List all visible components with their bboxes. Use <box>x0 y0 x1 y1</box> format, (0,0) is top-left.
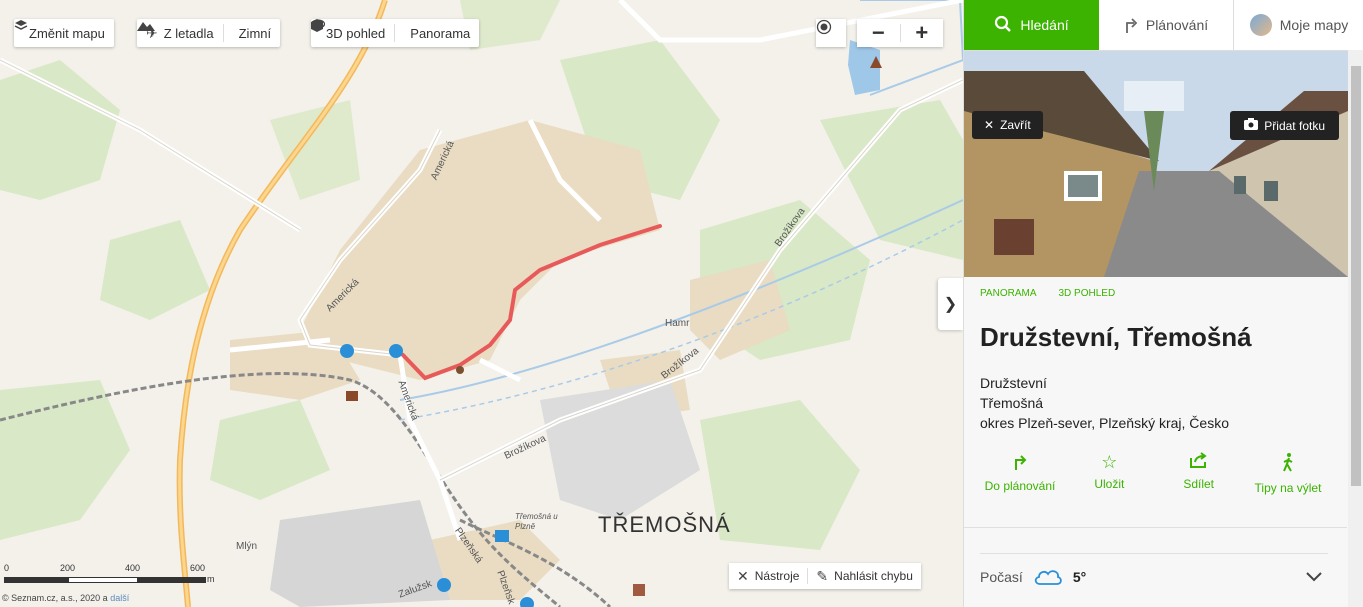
close-photo-button[interactable]: ✕ Zavřít <box>972 111 1043 139</box>
place-label: Hamr <box>665 318 690 329</box>
scale-tick: 400 <box>125 563 141 573</box>
bottom-toolbar: ✕ Nástroje ✎ Nahlásit chybu <box>729 563 921 589</box>
winter-label: Zimní <box>238 25 272 41</box>
close-label: Zavřít <box>1000 118 1031 132</box>
plan-route-label: Do plánování <box>984 479 1056 493</box>
place-actions: Do plánování ☆ Uložit Sdílet Tipy na výl… <box>980 452 1328 495</box>
report-error-label: Nahlásit chybu <box>834 569 913 583</box>
save-label: Uložit <box>1094 477 1125 491</box>
cloud-icon <box>1033 566 1063 589</box>
turn-arrow-icon <box>980 452 1060 475</box>
tools-button[interactable]: ✕ Nástroje <box>729 569 807 583</box>
change-map-button[interactable]: Změnit mapu <box>14 19 114 47</box>
landmark-icon <box>633 584 645 596</box>
3d-view-label: 3D pohled <box>326 25 386 41</box>
panorama-link[interactable]: PANORAMA <box>980 288 1037 299</box>
station-label: Třemošná u Plzně <box>515 512 558 531</box>
town-label: TŘEMOŠNÁ <box>598 512 731 537</box>
tab-planning-label: Plánování <box>1145 17 1209 33</box>
tab-my-maps[interactable]: Moje mapy <box>1234 0 1363 50</box>
close-icon: ✕ <box>984 118 995 132</box>
search-icon <box>994 15 1012 36</box>
panorama-photo[interactable]: ✕ Zavřít Přidat fotku <box>964 51 1363 277</box>
tab-search-label: Hledání <box>1020 17 1069 33</box>
winter-button[interactable]: Zimní <box>137 19 281 47</box>
scale-unit: m <box>207 574 215 584</box>
map-canvas[interactable]: Americká Americká Americká Brožíkova Bro… <box>0 0 963 607</box>
address-region: okres Plzeň-sever, Plzeňský kraj, Česko <box>980 415 1229 431</box>
view-links: PANORAMA 3D POHLED <box>980 288 1115 299</box>
trip-tips-label: Tipy na výlet <box>1254 481 1322 495</box>
train-station-icon <box>495 530 509 542</box>
map-svg <box>0 0 963 607</box>
scale-tick: 600 <box>190 563 206 573</box>
save-button[interactable]: ☆ Uložit <box>1069 452 1149 495</box>
address-street: Družstevní <box>980 375 1047 391</box>
tools-label: Nástroje <box>754 569 800 583</box>
weather-label: Počasí <box>980 569 1023 585</box>
star-icon: ☆ <box>1101 452 1118 472</box>
bus-stop-icon <box>437 578 451 592</box>
tab-my-maps-label: Moje mapy <box>1279 17 1349 33</box>
panorama-button[interactable]: Panorama <box>311 19 479 47</box>
panorama-label: Panorama <box>410 25 471 41</box>
landmark-icon <box>346 391 358 401</box>
scale-tick: 0 <box>4 563 10 573</box>
scale-tick: 200 <box>60 563 76 573</box>
scrollbar-thumb[interactable] <box>1351 66 1361 486</box>
panel-scrollbar[interactable] <box>1348 50 1363 607</box>
report-error-button[interactable]: ✎ Nahlásit chybu <box>808 569 920 583</box>
plan-route-button[interactable]: Do plánování <box>980 452 1060 495</box>
share-label: Sdílet <box>1183 477 1214 491</box>
tools-icon: ✕ <box>737 568 749 584</box>
pencil-icon: ✎ <box>816 568 829 584</box>
my-maps-avatar-icon <box>1249 14 1272 36</box>
add-photo-label: Přidat fotku <box>1264 118 1325 133</box>
share-button[interactable]: Sdílet <box>1159 452 1239 495</box>
trip-tips-button[interactable]: Tipy na výlet <box>1248 452 1328 495</box>
bus-stop-icon <box>340 344 354 358</box>
turn-arrow-icon <box>1124 15 1138 36</box>
pin-icon <box>456 366 464 374</box>
divider <box>964 527 1347 528</box>
panel-tabs: Hledání Plánování Moje mapy <box>964 0 1363 51</box>
view-toolbar: 3D pohled Panorama <box>311 19 480 47</box>
place-address: Družstevní Třemošná okres Plzeň-sever, P… <box>980 373 1229 433</box>
change-map-toolbar: Změnit mapu <box>14 19 114 47</box>
collapse-panel-button[interactable]: ❯ <box>938 278 963 330</box>
hiker-icon <box>1248 452 1328 477</box>
zoom-in-button[interactable]: + <box>901 19 944 47</box>
add-photo-button[interactable]: Přidat fotku <box>1230 111 1339 140</box>
aerial-label: Z letadla <box>163 25 214 41</box>
3d-view-link[interactable]: 3D POHLED <box>1059 288 1116 299</box>
change-map-label: Změnit mapu <box>29 25 105 41</box>
weather-temperature: 5° <box>1072 569 1087 585</box>
address-city: Třemošná <box>980 395 1044 411</box>
chevron-down-icon[interactable] <box>1306 569 1322 585</box>
tab-search[interactable]: Hledání <box>964 0 1099 50</box>
camera-icon <box>1244 118 1259 133</box>
chevron-right-icon: ❯ <box>943 296 958 313</box>
zoom-out-button[interactable]: − <box>857 19 900 47</box>
place-label: Mlýn <box>236 541 258 552</box>
copyright-text: © Seznam.cz, a.s., 2020 a <box>2 593 108 603</box>
zoom-control: − + <box>857 19 943 47</box>
street-photo-image <box>964 51 1348 277</box>
copyright-more-link[interactable]: další <box>110 593 129 603</box>
bus-stop-icon <box>389 344 403 358</box>
share-icon <box>1159 452 1239 473</box>
tab-planning[interactable]: Plánování <box>1099 0 1234 50</box>
copyright: © Seznam.cz, a.s., 2020 a další <box>2 593 129 603</box>
side-panel: Hledání Plánování Moje mapy ✕ Zavřít Při… <box>963 0 1363 607</box>
locate-button[interactable] <box>816 19 846 47</box>
weather-row[interactable]: Počasí 5° <box>980 553 1328 600</box>
map-type-toolbar: ✈ Z letadla Zimní <box>137 19 281 47</box>
place-title: Družstevní, Třemošná <box>980 322 1252 352</box>
